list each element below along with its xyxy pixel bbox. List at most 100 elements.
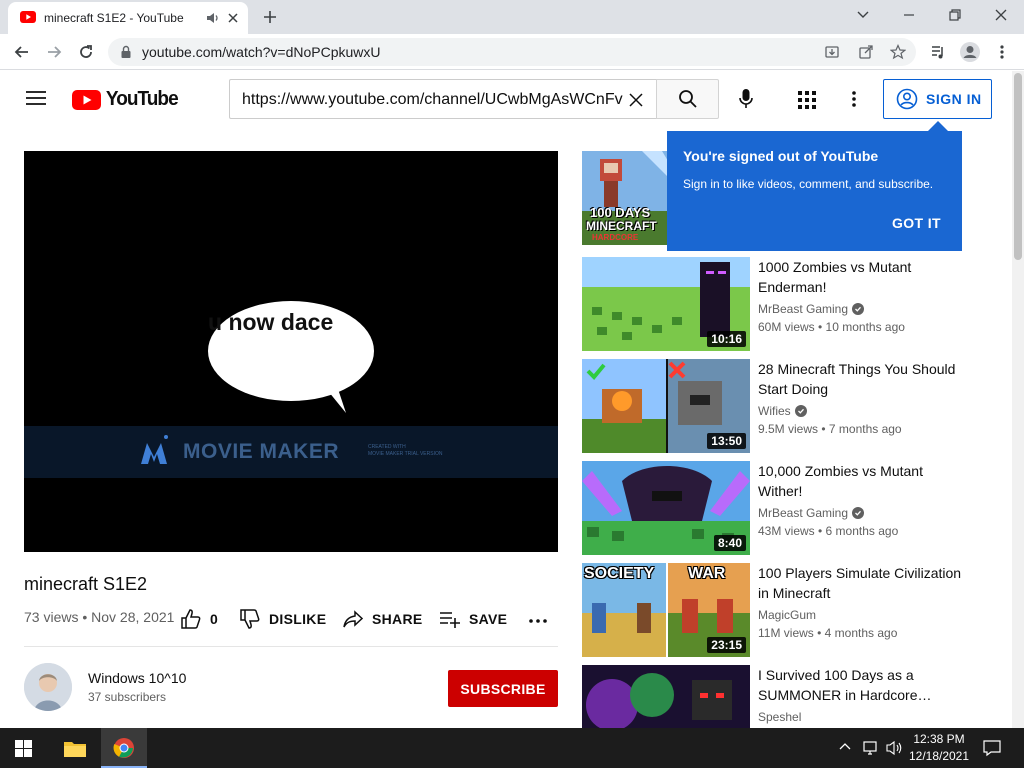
youtube-logo[interactable]: YouTube [72,88,180,111]
like-count: 0 [210,611,219,627]
recommendation-channel[interactable]: MrBeast Gaming [758,302,865,316]
video-thumbnail[interactable]: 8:40 [582,461,750,555]
tab-close-icon[interactable] [226,11,240,25]
recommendation-item[interactable]: I Survived 100 Days as a SUMMONER in Har… [582,665,972,728]
clear-search-icon[interactable] [628,92,644,108]
share-page-icon[interactable] [858,44,874,60]
sign-in-button[interactable]: SIGN IN [883,79,992,119]
recommendation-channel[interactable]: Speshel [758,710,801,724]
chrome-icon [113,737,135,759]
windows-taskbar: 12:38 PM 12/18/2021 [0,728,1024,768]
share-arrow-icon [343,610,364,628]
tab-search-chevron-icon[interactable] [856,10,870,20]
recommendation-title[interactable]: 28 Minecraft Things You Should Start Doi… [758,359,968,399]
recommendation-channel[interactable]: Wifies [758,404,807,418]
chrome-taskbar-button[interactable] [101,728,147,768]
recommendation-channel[interactable]: MrBeast Gaming [758,506,865,520]
tray-chevron-up-icon[interactable] [839,742,851,750]
notifications-icon[interactable] [983,739,1001,757]
microphone-icon[interactable] [738,88,754,110]
scrollbar-thumb[interactable] [1014,73,1022,260]
settings-menu-icon[interactable] [852,91,856,107]
signed-out-popup: You're signed out of YouTube Sign in to … [667,131,962,251]
subscribe-button[interactable]: SUBSCRIBE [448,670,558,707]
recommendation-item[interactable]: SOCIETY WAR 23:15 100 Players Simulate C… [582,563,972,657]
recommendation-channel[interactable]: MagicGum [758,608,816,622]
video-views-date: 73 views • Nov 28, 2021 [24,609,175,625]
save-button[interactable]: SAVE [439,608,507,630]
volume-icon[interactable] [886,740,904,756]
got-it-button[interactable]: GOT IT [892,215,941,231]
thumb-text-war: WAR [688,565,726,582]
profile-icon[interactable] [958,40,982,64]
windows-start-icon[interactable] [15,740,32,757]
video-title: minecraft S1E2 [24,574,148,594]
verified-check-icon [852,303,865,315]
chrome-menu-icon[interactable] [990,40,1014,64]
channel-name: Speshel [758,710,802,724]
youtube-logo-text: YouTube [105,88,179,110]
dislike-button[interactable]: DISLIKE [239,608,326,630]
media-control-icon[interactable] [926,40,950,64]
network-icon[interactable] [862,740,880,756]
video-duration: 23:15 [707,637,746,653]
forward-arrow-icon[interactable] [42,40,66,64]
restore-icon[interactable] [948,8,962,22]
share-button[interactable]: SHARE [342,608,423,630]
recommendation-title[interactable]: 10,000 Zombies vs Mutant Wither! [758,461,968,501]
account-circle-icon [896,88,918,110]
back-arrow-icon[interactable] [10,40,34,64]
video-thumbnail[interactable] [582,665,750,728]
hamburger-menu-icon[interactable] [26,90,46,106]
file-explorer-icon[interactable] [64,739,86,757]
recommendation-meta: 9.5M views • 7 months ago [758,422,902,436]
minimize-icon[interactable] [902,10,916,20]
youtube-favicon-icon [20,11,36,23]
recommendation-item[interactable]: 8:40 10,000 Zombies vs Mutant Wither! Mr… [582,461,972,555]
thumbs-up-icon [181,609,201,629]
recommendation-item[interactable]: 10:16 1000 Zombies vs Mutant Enderman! M… [582,257,972,351]
recommendation-meta: 43M views • 6 months ago [758,524,899,538]
thumb-text-minecraft: MINECRAFT [586,219,657,233]
recommendation-meta: 60M views • 10 months ago [758,320,905,334]
video-thumbnail[interactable]: 10:16 [582,257,750,351]
search-input-value: https://www.youtube.com/channel/UCwbMgAs… [242,91,623,108]
audio-playing-icon[interactable] [206,11,220,25]
playlist-add-icon [440,612,460,628]
browser-toolbar: youtube.com/watch?v=dNoPCpkuwxU [0,34,1024,70]
window-close-icon[interactable] [994,8,1008,22]
search-button[interactable] [656,79,719,119]
channel-name[interactable]: Windows 10^10 [88,670,186,686]
video-player[interactable]: u now dace MOVIE MAKER CREATED WITH MOVI… [24,151,558,552]
video-thumbnail[interactable]: 13:50 [582,359,750,453]
new-tab-icon[interactable] [262,9,278,25]
thumb-text-society: SOCIETY [584,565,655,582]
install-app-icon[interactable] [824,44,840,60]
watermark-small-text: CREATED WITH MOVIE MAKER TRIAL VERSION [368,444,442,458]
video-thumbnail[interactable]: SOCIETY WAR 23:15 [582,563,750,657]
reload-icon[interactable] [74,40,98,64]
browser-tab[interactable]: minecraft S1E2 - YouTube [8,2,248,34]
clock-time: 12:38 PM [913,732,965,746]
recommendation-item[interactable]: 13:50 28 Minecraft Things You Should Sta… [582,359,972,453]
recommendation-title[interactable]: 100 Players Simulate Civilization in Min… [758,563,968,603]
search-icon [678,90,697,108]
thumb-text-hardcore: HARDCORE [592,233,639,242]
recommendation-title[interactable]: 1000 Zombies vs Mutant Enderman! [758,257,968,297]
lock-icon[interactable] [120,45,132,59]
recommendation-title[interactable]: I Survived 100 Days as a SUMMONER in Har… [758,665,968,705]
taskbar-clock[interactable]: 12:38 PM 12/18/2021 [904,731,974,765]
thumbs-down-icon [240,609,260,629]
tab-title: minecraft S1E2 - YouTube [44,11,184,25]
bookmark-star-icon[interactable] [890,44,906,60]
channel-name: MrBeast Gaming [758,506,849,520]
more-actions-icon[interactable] [529,619,547,623]
sign-in-label: SIGN IN [926,91,982,107]
search-input[interactable]: https://www.youtube.com/channel/UCwbMgAs… [229,79,656,119]
channel-avatar[interactable] [24,663,72,711]
like-button[interactable]: 0 [180,608,218,630]
address-url: youtube.com/watch?v=dNoPCpkuwxU [142,44,381,60]
watermark-line-2: MOVIE MAKER TRIAL VERSION [368,451,443,457]
address-bar[interactable]: youtube.com/watch?v=dNoPCpkuwxU [108,38,916,66]
apps-grid-icon[interactable] [798,91,816,109]
